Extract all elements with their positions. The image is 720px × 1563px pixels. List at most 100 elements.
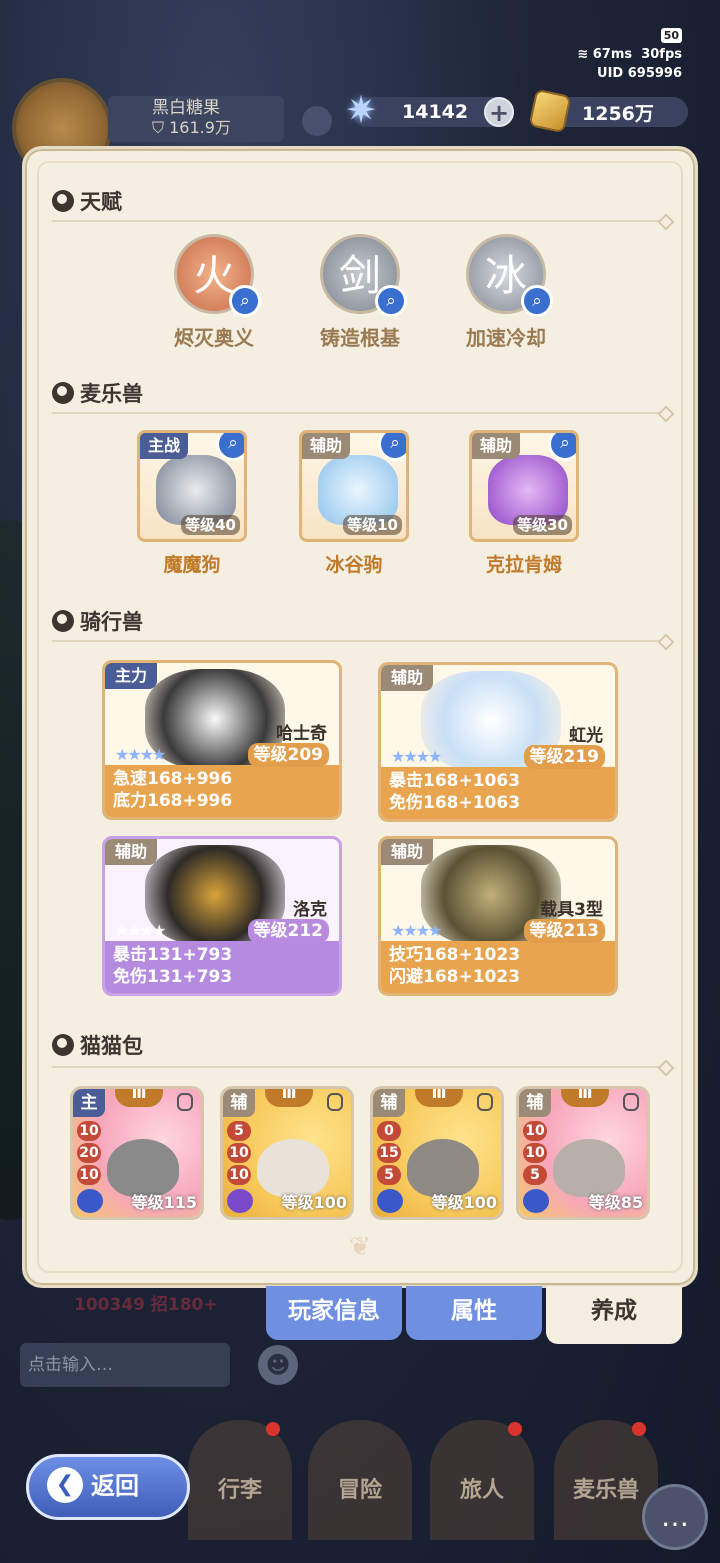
player-name: 黑白糖果 xyxy=(152,98,220,118)
mount-stat: 底力168+996 xyxy=(113,791,233,811)
cat-role-tag: 辅 xyxy=(519,1089,551,1117)
tab-cultivation[interactable]: 养成 xyxy=(546,1286,682,1344)
mount-card[interactable]: 辅助 虹光 ★★★★ 等级219 暴击168+1063 免伤168+1063 xyxy=(378,662,618,822)
pet-role-tag: 辅助 xyxy=(302,433,351,459)
cat-level: 等级85 xyxy=(588,1193,643,1212)
add-crystal-button[interactable]: + xyxy=(484,97,514,127)
mount-card[interactable]: 辅助 载具3型 ★★★★ 等级213 技巧168+1023 闪避168+1023 xyxy=(378,836,618,996)
mount-stars: ★★★★ xyxy=(115,745,166,764)
nav-item-travelers[interactable]: 旅人 xyxy=(430,1420,534,1540)
section-divider xyxy=(52,412,666,414)
pet-item[interactable]: 辅助 等级30 ⌕ 克拉肯姆 xyxy=(464,430,584,577)
paw-icon xyxy=(377,1189,403,1213)
chat-bubble-icon[interactable]: … xyxy=(642,1484,708,1550)
pet-level: 等级30 xyxy=(513,515,572,535)
cat-stat: 20 xyxy=(77,1143,101,1163)
mount-stat: 免伤168+1063 xyxy=(389,793,521,813)
lock-icon xyxy=(177,1093,193,1111)
section-title-mounts: 骑行兽 xyxy=(52,606,143,636)
crystal-resource: ✷ 14142 + xyxy=(345,89,514,131)
mount-stat: 暴击131+793 xyxy=(113,945,233,965)
cat-card[interactable]: Ⅲ 主 10 20 10 等级115 xyxy=(70,1086,204,1220)
nav-item-bag[interactable]: 行李 xyxy=(188,1420,292,1540)
pet-card[interactable]: 辅助 等级10 ⌕ xyxy=(299,430,409,542)
mount-stats: 暴击131+793 免伤131+793 xyxy=(105,941,339,993)
pet-role-tag: 主战 xyxy=(140,433,189,459)
talent-fire-icon[interactable]: 火 ⌕ xyxy=(174,234,261,317)
magnify-icon[interactable]: ⌕ xyxy=(521,285,553,317)
magnify-icon[interactable]: ⌕ xyxy=(548,433,576,461)
nav-item-adventure[interactable]: 冒险 xyxy=(308,1420,412,1540)
cat-rank-badge: Ⅲ xyxy=(561,1089,609,1107)
cat-stat-list: 5 10 10 xyxy=(227,1121,253,1187)
cat-card[interactable]: Ⅲ 辅 5 10 10 等级100 xyxy=(220,1086,354,1220)
pet-item[interactable]: 辅助 等级10 ⌕ 冰谷驹 xyxy=(294,430,414,577)
section-label: 骑行兽 xyxy=(80,610,143,634)
tab-player-info[interactable]: 玩家信息 xyxy=(266,1286,402,1340)
cat-card[interactable]: Ⅲ 辅 10 10 5 等级85 xyxy=(516,1086,650,1220)
talent-ice-icon[interactable]: 冰 ⌕ xyxy=(466,234,553,317)
pet-card[interactable]: 辅助 等级30 ⌕ xyxy=(469,430,579,542)
mount-stats: 急速168+996 底力168+996 xyxy=(105,765,339,817)
pet-item[interactable]: 主战 等级40 ⌕ 魔魔狗 xyxy=(132,430,252,577)
magnify-icon[interactable]: ⌕ xyxy=(229,285,261,317)
magnify-icon[interactable]: ⌕ xyxy=(378,433,406,461)
cat-card[interactable]: Ⅲ 辅 0 15 5 等级100 xyxy=(370,1086,504,1220)
mount-stat: 暴击168+1063 xyxy=(389,771,521,791)
gold-resource: 1256万 xyxy=(528,88,688,134)
mount-stars: ★★★★ xyxy=(391,747,442,766)
tab-attributes[interactable]: 属性 xyxy=(406,1286,542,1340)
status-bar: 50 ≋ 67ms 30fps UID 695996 xyxy=(577,26,682,83)
crystal-star-icon: ✷ xyxy=(345,88,377,132)
section-icon xyxy=(52,382,74,404)
back-arrow-icon: ❮ xyxy=(47,1467,83,1503)
crystal-count: 14142 xyxy=(402,101,469,123)
talent-item[interactable]: 冰 ⌕ 加速冷却 xyxy=(446,234,566,351)
ping-text: 67ms xyxy=(592,47,633,62)
magnify-icon[interactable]: ⌕ xyxy=(216,433,244,461)
paw-icon xyxy=(523,1189,549,1213)
pet-name: 冰谷驹 xyxy=(325,554,383,576)
lock-icon xyxy=(623,1093,639,1111)
mount-name: 洛克 xyxy=(293,900,327,920)
pet-card[interactable]: 主战 等级40 ⌕ xyxy=(137,430,247,542)
cat-stat: 10 xyxy=(77,1121,101,1141)
cat-stat: 10 xyxy=(227,1143,251,1163)
nav-label: 旅人 xyxy=(459,1478,504,1503)
talent-item[interactable]: 火 ⌕ 烬灭奥义 xyxy=(154,234,274,351)
cat-stat: 5 xyxy=(377,1165,401,1185)
section-title-cats: 猫猫包 xyxy=(52,1030,143,1060)
mount-stat: 闪避168+1023 xyxy=(389,967,521,987)
mount-role-tag: 辅助 xyxy=(381,839,434,865)
mount-stat: 技巧168+1023 xyxy=(389,945,521,965)
talent-sword-icon[interactable]: 剑 ⌕ xyxy=(320,234,407,317)
cat-stat: 10 xyxy=(227,1165,251,1185)
mount-card[interactable]: 辅助 洛克 ★★★★ 等级212 暴击131+793 免伤131+793 xyxy=(102,836,342,996)
guild-emblem-icon[interactable] xyxy=(302,106,332,136)
section-icon xyxy=(52,1034,74,1056)
cat-level: 等级115 xyxy=(131,1193,197,1212)
pet-name: 魔魔狗 xyxy=(163,554,221,576)
section-divider xyxy=(52,1066,666,1068)
nav-label: 麦乐兽 xyxy=(572,1478,639,1503)
emoji-icon[interactable]: ☻ xyxy=(258,1345,298,1385)
chat-input[interactable]: 点击输入… xyxy=(20,1343,230,1387)
back-button[interactable]: ❮ 返回 xyxy=(26,1454,190,1520)
cat-stat: 10 xyxy=(77,1165,101,1185)
uid-text: UID 695996 xyxy=(597,66,682,81)
magnify-icon[interactable]: ⌕ xyxy=(375,285,407,317)
talent-item[interactable]: 剑 ⌕ 铸造根基 xyxy=(300,234,420,351)
section-label: 猫猫包 xyxy=(80,1034,143,1058)
panel-ornament: ❦ xyxy=(349,1232,371,1262)
notification-dot xyxy=(266,1422,280,1436)
section-label: 天赋 xyxy=(80,190,122,214)
cat-rank-badge: Ⅲ xyxy=(415,1089,463,1107)
panel-tabs: 玩家信息 属性 养成 xyxy=(266,1286,686,1344)
mount-name: 虹光 xyxy=(569,726,603,746)
cat-stat: 15 xyxy=(377,1143,401,1163)
cat-stat-list: 10 10 5 xyxy=(523,1121,549,1187)
mount-card[interactable]: 主力 哈士奇 ★★★★ 等级209 急速168+996 底力168+996 xyxy=(102,660,342,820)
mount-stars: ★★★★ xyxy=(115,921,166,940)
shield-icon: ⛉ xyxy=(152,118,165,137)
mount-stats: 技巧168+1023 闪避168+1023 xyxy=(381,941,615,993)
